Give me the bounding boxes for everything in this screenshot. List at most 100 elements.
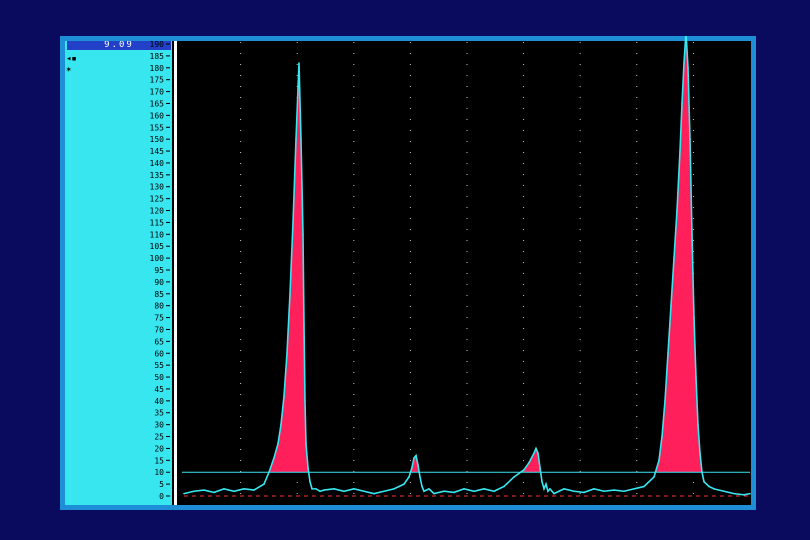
data-point [417, 464, 419, 466]
data-point [676, 209, 678, 212]
y-tick-label: 40 [154, 397, 164, 406]
data-point [633, 488, 635, 490]
data-point [658, 459, 660, 462]
data-point [419, 476, 421, 478]
y-tick-label: 25 [154, 433, 164, 442]
y-tick-label: 5 [159, 480, 164, 489]
data-point [373, 492, 375, 495]
y-tick-label: 130 [150, 183, 165, 192]
data-point [433, 492, 435, 495]
data-point [253, 489, 255, 491]
data-point [643, 485, 645, 488]
data-point [408, 476, 410, 478]
data-point [273, 457, 275, 459]
y-tick-label: 50 [154, 373, 164, 382]
data-point [681, 102, 683, 105]
data-point [421, 485, 423, 488]
data-point [223, 488, 225, 490]
data-point [423, 490, 425, 493]
y-tick-label: 140 [150, 159, 165, 168]
data-point [493, 490, 495, 493]
data-point [528, 461, 530, 464]
data-point [749, 492, 751, 495]
data-point [443, 490, 445, 493]
data-point [280, 423, 282, 426]
data-point [713, 488, 715, 490]
data-point [300, 138, 302, 140]
data-point [323, 489, 325, 491]
data-point [311, 488, 313, 490]
y-tick-label: 190 [150, 40, 165, 49]
data-point [743, 494, 745, 496]
data-point [689, 138, 691, 140]
data-point [679, 150, 681, 152]
data-point [523, 469, 525, 471]
data-point [553, 492, 555, 495]
data-point [302, 233, 304, 236]
data-point [558, 490, 560, 493]
y-tick-label: 35 [154, 409, 164, 418]
y-tick-label: 175 [150, 76, 165, 85]
data-point [697, 423, 699, 426]
data-point [304, 400, 306, 402]
data-point [513, 476, 515, 478]
data-point [183, 492, 185, 495]
data-point [403, 483, 405, 485]
data-point [333, 488, 335, 490]
y-tick-label: 90 [154, 278, 164, 287]
data-point [343, 490, 345, 493]
data-point [551, 490, 553, 493]
data-point [411, 466, 413, 469]
data-point [463, 488, 465, 490]
data-point [593, 488, 595, 490]
y-tick-label: 10 [154, 468, 164, 477]
data-point [545, 483, 547, 485]
data-point [428, 488, 430, 490]
data-point [623, 490, 625, 493]
data-point [263, 483, 265, 485]
data-point [733, 492, 735, 495]
data-point [286, 352, 288, 355]
data-point [453, 491, 455, 494]
y-axis-ticks: 0 5 10 15 20 25 30 35 40 45 50 55 60 65 70 75 80 85 90 95 10… [150, 40, 170, 501]
data-point [708, 485, 710, 488]
data-point [543, 488, 545, 490]
data-point [547, 490, 549, 493]
data-point [539, 466, 541, 469]
y-tick-label: 85 [154, 290, 164, 299]
data-point [701, 471, 703, 474]
data-point [699, 452, 701, 454]
data-point [413, 457, 415, 459]
data-point [292, 221, 294, 224]
data-point [503, 485, 505, 488]
y-tick-label: 115 [150, 218, 165, 227]
data-point [541, 480, 543, 483]
y-tick-label: 95 [154, 266, 164, 275]
chart: 0 5 10 15 20 25 30 35 40 45 50 55 60 65 70 75 80 85 90 95 10… [150, 36, 751, 505]
y-tick-label: 65 [154, 337, 164, 346]
data-point [315, 488, 317, 490]
data-point [353, 488, 355, 490]
data-point [203, 489, 205, 491]
data-point [295, 138, 297, 140]
data-point [363, 490, 365, 493]
y-tick-label: 120 [150, 207, 165, 216]
data-point [305, 442, 307, 445]
y-tick-label: 155 [150, 123, 165, 132]
y-tick-label: 180 [150, 64, 165, 73]
y-tick-label: 0 [159, 492, 164, 501]
data-point [243, 488, 245, 490]
data-point [673, 257, 675, 259]
y-tick-label: 160 [150, 111, 165, 120]
data-point [664, 400, 666, 402]
data-point [695, 376, 697, 378]
data-point [583, 491, 585, 494]
data-point [661, 435, 663, 438]
data-point [693, 316, 695, 319]
y-tick-label: 135 [150, 171, 165, 180]
y-tick-label: 20 [154, 444, 164, 453]
y-tick-label: 45 [154, 385, 164, 394]
data-point [309, 480, 311, 483]
data-point [303, 323, 305, 326]
data-point [383, 490, 385, 493]
